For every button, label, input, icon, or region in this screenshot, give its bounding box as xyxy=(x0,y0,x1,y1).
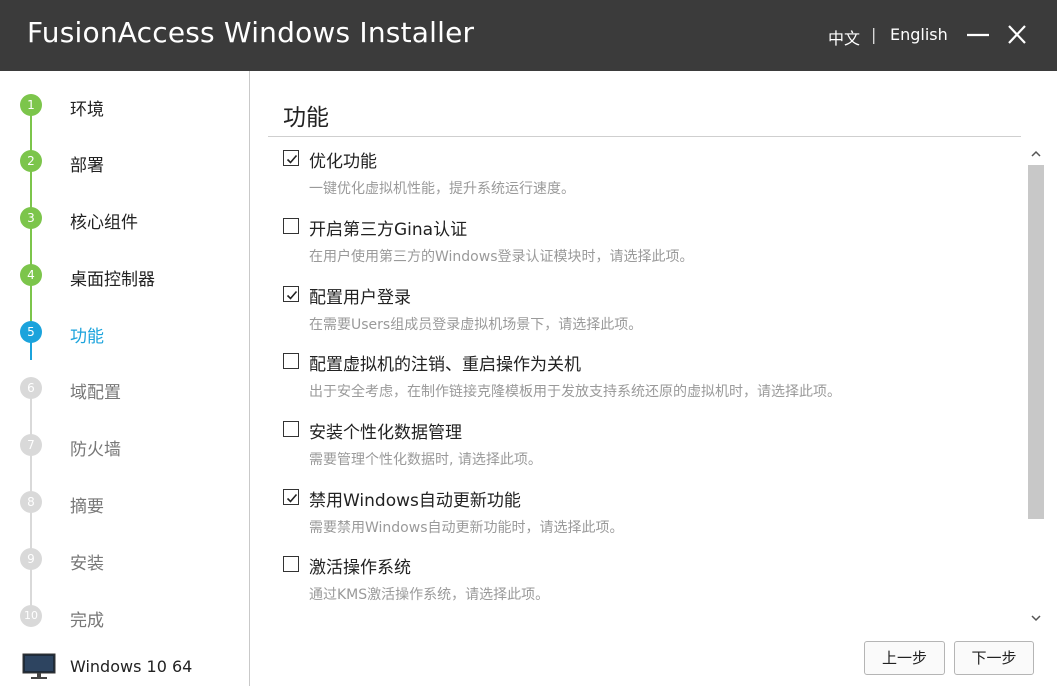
step-desktop-controller: 4 桌面控制器 xyxy=(0,257,250,293)
step-number: 2 xyxy=(20,150,42,172)
title-divider xyxy=(268,136,1021,137)
feature-title[interactable]: 优化功能 xyxy=(309,147,377,172)
step-core-components: 3 核心组件 xyxy=(0,200,250,236)
step-label: 部署 xyxy=(70,156,104,176)
language-english-link[interactable]: English xyxy=(890,25,948,44)
feature-title[interactable]: 配置用户登录 xyxy=(309,283,411,308)
step-label: 安装 xyxy=(70,554,104,574)
feature-checkbox[interactable] xyxy=(283,353,299,369)
step-number: 8 xyxy=(20,491,42,513)
feature-title[interactable]: 开启第三方Gina认证 xyxy=(309,215,467,240)
step-number: 9 xyxy=(20,548,42,570)
step-finish: 10 完成 xyxy=(0,598,250,634)
step-number: 5 xyxy=(20,321,42,343)
minimize-icon xyxy=(967,33,989,37)
feature-description: 需要管理个性化数据时, 请选择此项。 xyxy=(309,452,542,468)
step-label: 完成 xyxy=(70,611,104,631)
feature-title[interactable]: 禁用Windows自动更新功能 xyxy=(309,486,521,511)
step-label: 功能 xyxy=(70,327,104,347)
step-label: 桌面控制器 xyxy=(70,270,155,290)
title-bar: FusionAccess Windows Installer 中文 | Engl… xyxy=(0,0,1057,71)
step-label: 防火墙 xyxy=(70,440,121,460)
checkmark-icon xyxy=(286,493,298,503)
feature-description: 出于安全考虑，在制作链接克隆模板用于发放支持系统还原的虚拟机时，请选择此项。 xyxy=(309,384,841,400)
os-info: Windows 10 64 xyxy=(22,653,242,683)
feature-checkbox[interactable] xyxy=(283,489,299,505)
next-button[interactable]: 下一步 xyxy=(954,641,1034,675)
feature-checkbox[interactable] xyxy=(283,556,299,572)
step-label: 核心组件 xyxy=(70,213,138,233)
step-firewall: 7 防火墙 xyxy=(0,427,250,463)
minimize-button[interactable] xyxy=(963,18,993,52)
feature-title[interactable]: 激活操作系统 xyxy=(309,553,411,578)
app-title: FusionAccess Windows Installer xyxy=(27,16,475,49)
scroll-up-button[interactable] xyxy=(1027,146,1045,162)
feature-description: 在用户使用第三方的Windows登录认证模块时，请选择此项。 xyxy=(309,249,694,265)
monitor-icon xyxy=(22,653,56,679)
os-label: Windows 10 64 xyxy=(70,657,193,676)
step-deployment: 2 部署 xyxy=(0,143,250,179)
close-button[interactable] xyxy=(1002,18,1032,52)
scroll-down-button[interactable] xyxy=(1027,610,1045,626)
checkmark-icon xyxy=(286,154,298,164)
step-number: 10 xyxy=(20,605,42,627)
chevron-down-icon xyxy=(1031,615,1041,622)
step-features: 5 功能 xyxy=(0,314,250,350)
step-number: 6 xyxy=(20,377,42,399)
feature-description: 通过KMS激活操作系统，请选择此项。 xyxy=(309,587,550,603)
step-label: 域配置 xyxy=(70,383,121,403)
feature-title[interactable]: 配置虚拟机的注销、重启操作为关机 xyxy=(309,350,581,375)
step-install: 9 安装 xyxy=(0,541,250,577)
previous-button[interactable]: 上一步 xyxy=(864,641,945,675)
step-environment: 1 环境 xyxy=(0,87,250,123)
feature-description: 一键优化虚拟机性能，提升系统运行速度。 xyxy=(309,181,575,197)
step-number: 1 xyxy=(20,94,42,116)
page-title: 功能 xyxy=(283,105,329,131)
step-label: 摘要 xyxy=(70,497,104,517)
steps-sidebar: 1 环境 2 部署 3 核心组件 4 桌面控制器 5 功能 6 域配置 7 防火… xyxy=(0,71,250,686)
feature-checkbox[interactable] xyxy=(283,150,299,166)
feature-description: 在需要Users组成员登录虚拟机场景下，请选择此项。 xyxy=(309,317,643,333)
step-number: 3 xyxy=(20,207,42,229)
language-chinese-link[interactable]: 中文 xyxy=(828,25,860,49)
scrollbar-thumb[interactable] xyxy=(1028,165,1044,519)
checkmark-icon xyxy=(286,290,298,300)
feature-checkbox[interactable] xyxy=(283,286,299,302)
feature-description: 需要禁用Windows自动更新功能时，请选择此项。 xyxy=(309,520,624,536)
language-separator: | xyxy=(871,25,877,44)
step-domain-config: 6 域配置 xyxy=(0,370,250,406)
step-number: 4 xyxy=(20,264,42,286)
step-label: 环境 xyxy=(70,100,104,120)
feature-title[interactable]: 安装个性化数据管理 xyxy=(309,418,462,443)
close-icon xyxy=(1008,25,1026,44)
feature-checkbox[interactable] xyxy=(283,218,299,234)
chevron-up-icon xyxy=(1031,150,1041,157)
step-number: 7 xyxy=(20,434,42,456)
step-summary: 8 摘要 xyxy=(0,484,250,520)
feature-checkbox[interactable] xyxy=(283,421,299,437)
